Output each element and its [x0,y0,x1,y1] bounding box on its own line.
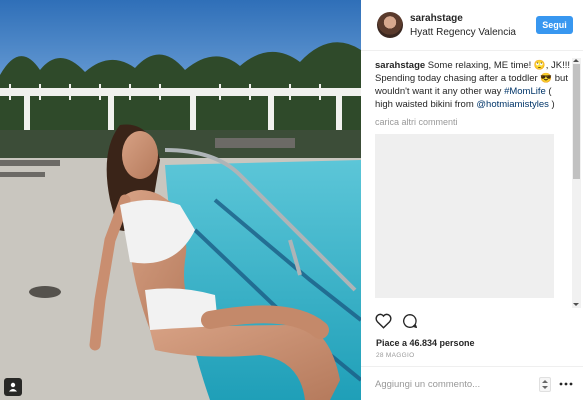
scrollbar-thumb[interactable] [573,64,580,179]
spinner-down-icon [542,386,548,389]
caption: sarahstage Some relaxing, ME time! 🙄, JK… [375,59,571,111]
user-tag-icon [9,382,17,392]
avatar[interactable] [377,12,403,38]
caption-text-after: ) [548,99,555,110]
comment-embed-placeholder [375,134,554,298]
post-photo[interactable] [0,0,361,400]
speech-bubble-icon[interactable] [402,313,418,329]
mention-link[interactable]: @hotmiamistyles [476,99,548,110]
caption-username[interactable]: sarahstage [375,60,425,71]
photo-image [0,0,361,400]
spinner-up-icon [542,380,548,383]
tag-button[interactable] [4,378,22,396]
post-actions [375,313,435,331]
input-spinner[interactable] [539,377,551,392]
more-options-icon[interactable] [559,378,573,390]
scroll-up-arrow-icon[interactable] [573,59,579,62]
heart-icon[interactable] [375,313,392,329]
hashtag-link[interactable]: #MomLife [504,86,546,97]
likes-count[interactable]: Piace a 46.834 persone [376,338,475,348]
comments-list: sarahstage Some relaxing, ME time! 🙄, JK… [375,59,571,307]
follow-button[interactable]: Segui [536,16,573,34]
location-link[interactable]: Hyatt Regency Valencia [410,27,516,38]
add-comment-bar [361,366,583,401]
comment-input[interactable] [375,376,525,392]
post-header: sarahstage Hyatt Regency Valencia Segui [361,0,583,51]
username-link[interactable]: sarahstage [410,13,463,24]
comments-scrollbar[interactable] [572,58,581,308]
post-date: 28 MAGGIO [376,352,415,359]
scroll-down-arrow-icon[interactable] [573,303,579,306]
load-more-comments-link[interactable]: carica altri commenti [375,117,571,127]
